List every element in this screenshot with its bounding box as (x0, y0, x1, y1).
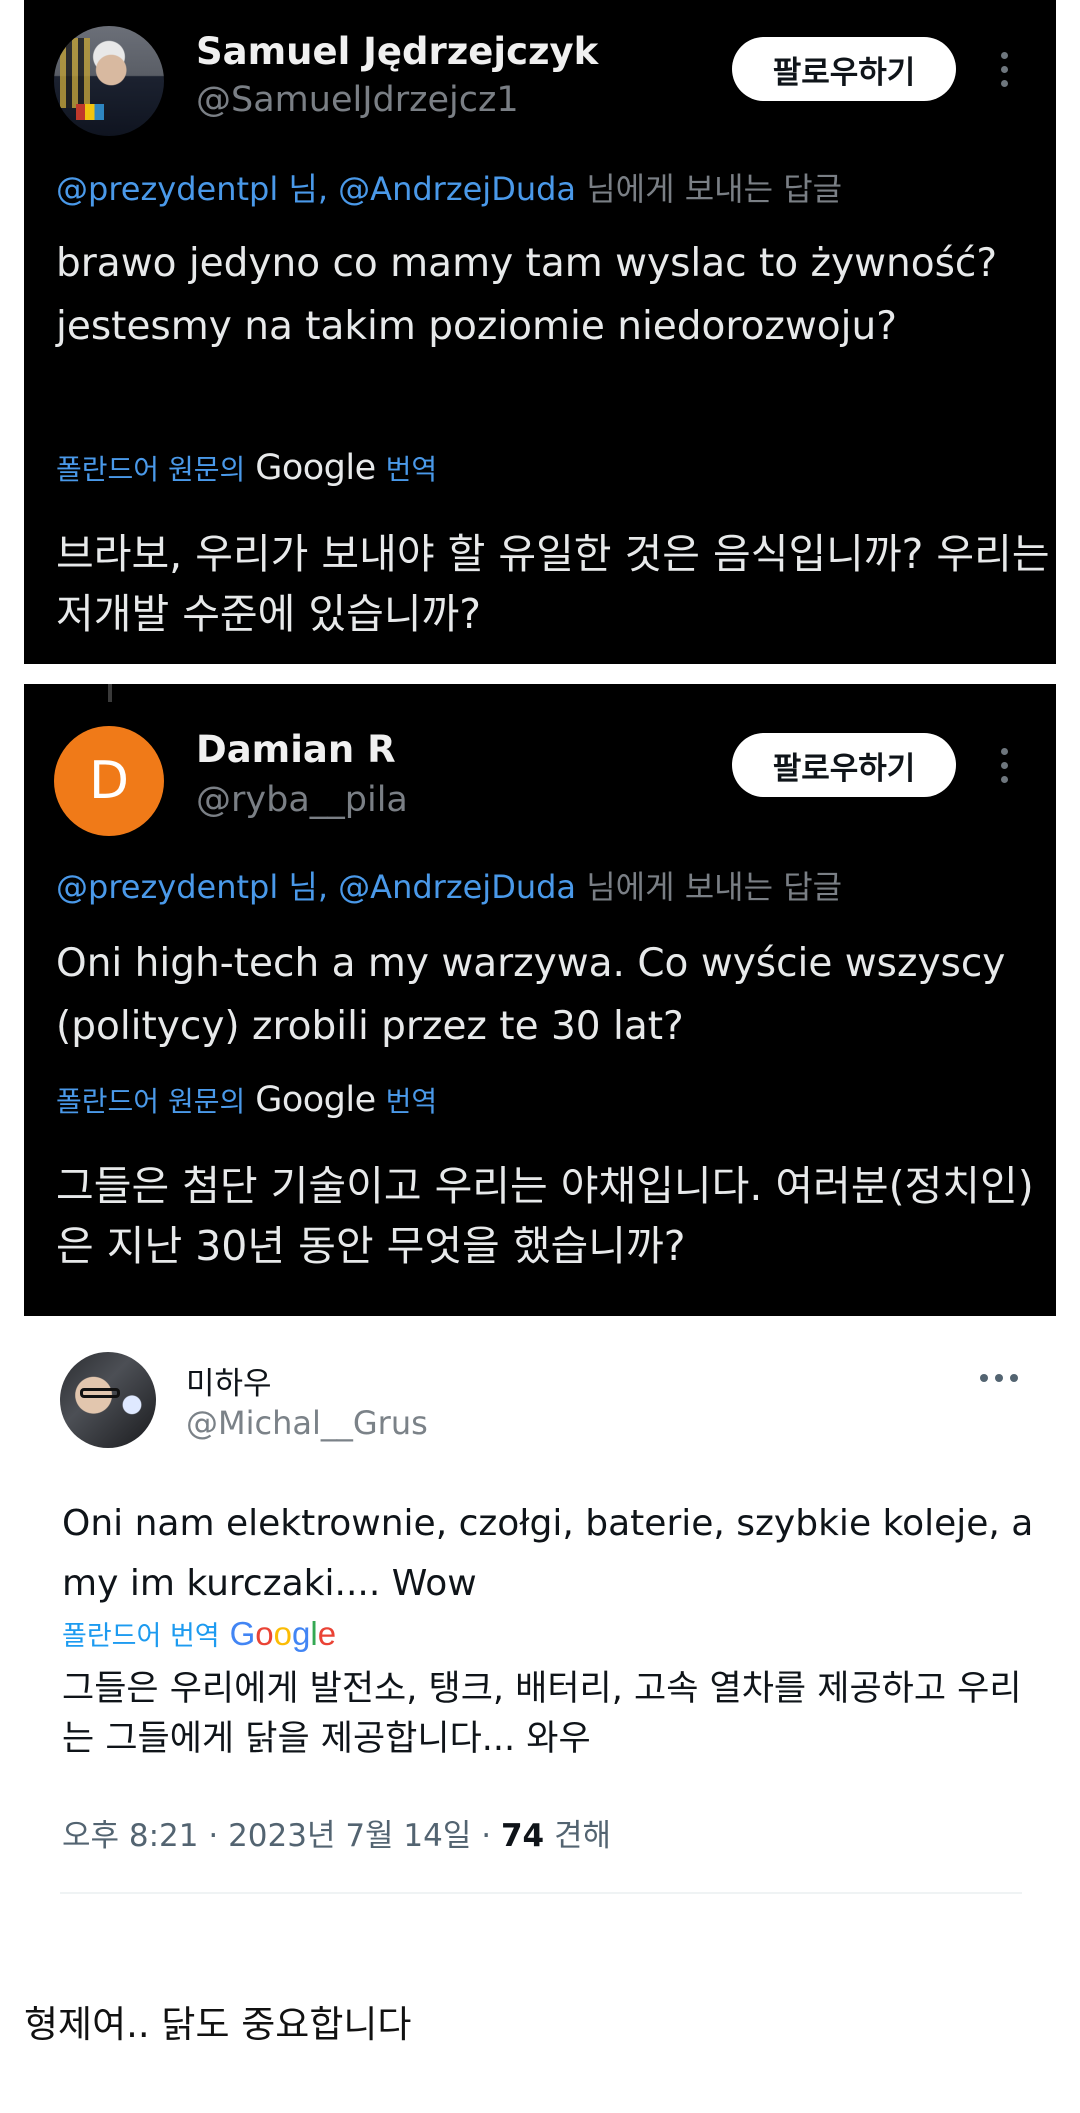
translate-prefix: 폴란드어 원문의 (56, 453, 246, 486)
avatar[interactable] (54, 26, 164, 136)
user-handle[interactable]: @Michal__Grus (186, 1404, 428, 1442)
translated-text: 브라보, 우리가 보내야 할 유일한 것은 음식입니까? 우리는 저개발 수준에… (56, 530, 1050, 638)
reply-mentions[interactable]: @prezydentpl 님, @AndrzejDuda (56, 170, 576, 208)
avatar[interactable] (60, 1352, 156, 1448)
tweet-text: Oni high-tech a my warzywa. Co wyście ws… (56, 941, 1006, 1049)
medals-graphic (76, 104, 104, 120)
divider (60, 1892, 1022, 1894)
display-name[interactable]: Damian R (196, 728, 396, 771)
tweet-card-samuel: Samuel Jędrzejczyk @SamuelJdrzejcz1 팔로우하… (24, 0, 1056, 664)
tweet-text: Oni nam elektrownie, czołgi, baterie, sz… (62, 1503, 1034, 1604)
reply-context: @prezydentpl 님, @AndrzejDuda 님에게 보내는 답글 (56, 862, 842, 908)
reply-mentions[interactable]: @prezydentpl 님, @AndrzejDuda (56, 868, 576, 906)
views-label: 견해 (544, 1818, 612, 1854)
more-options-icon[interactable] (980, 1374, 1018, 1382)
google-logo: Google (255, 448, 376, 488)
glasses-graphic (80, 1388, 120, 1398)
more-options-icon[interactable] (996, 748, 1012, 783)
google-logo: Google (255, 1080, 376, 1120)
tweet-card-damian: D Damian R @ryba__pila 팔로우하기 @prezydentp… (24, 684, 1056, 1316)
translate-suffix: 번역 (385, 1085, 438, 1118)
follow-button[interactable]: 팔로우하기 (732, 37, 956, 101)
translation-attribution[interactable]: 폴란드어 번역 Google (62, 1614, 336, 1653)
reply-context: @prezydentpl 님, @AndrzejDuda 님에게 보내는 답글 (56, 164, 842, 210)
translated-text: 그들은 첨단 기술이고 우리는 야채입니다. 여러분(정치인)은 지난 30년 … (56, 1162, 1034, 1270)
view-count: 74 (500, 1818, 545, 1854)
tweet-text: brawo jedyno co mamy tam wyslac to żywno… (56, 241, 998, 349)
tweet-meta: 오후 8:21 · 2023년 7월 14일 · 74 견해 (62, 1810, 611, 1855)
translate-label: 폴란드어 번역 (62, 1621, 220, 1652)
more-options-icon[interactable] (996, 52, 1012, 87)
translate-prefix: 폴란드어 원문의 (56, 1085, 246, 1118)
display-name[interactable]: Samuel Jędrzejczyk (196, 30, 598, 73)
reply-suffix: 님에게 보내는 답글 (576, 170, 843, 208)
post-comment: 형제여.. 닭도 중요합니다 (24, 2003, 412, 2046)
thread-connector (108, 684, 112, 702)
reply-suffix: 님에게 보내는 답글 (576, 868, 843, 906)
flag-graphic (60, 38, 90, 108)
translation-attribution[interactable]: 폴란드어 원문의 Google 번역 (56, 1080, 437, 1120)
translate-suffix: 번역 (385, 453, 438, 486)
display-name[interactable]: 미하우 (186, 1358, 272, 1403)
google-logo: Google (229, 1615, 337, 1652)
follow-button[interactable]: 팔로우하기 (732, 733, 956, 797)
user-handle[interactable]: @ryba__pila (196, 780, 408, 820)
avatar[interactable]: D (54, 726, 164, 836)
translation-attribution[interactable]: 폴란드어 원문의 Google 번역 (56, 448, 437, 488)
translated-text: 그들은 우리에게 발전소, 탱크, 배터리, 고속 열차를 제공하고 우리는 그… (62, 1669, 1022, 1759)
user-handle[interactable]: @SamuelJdrzejcz1 (196, 80, 519, 120)
timestamp[interactable]: 오후 8:21 · 2023년 7월 14일 · (62, 1818, 501, 1854)
